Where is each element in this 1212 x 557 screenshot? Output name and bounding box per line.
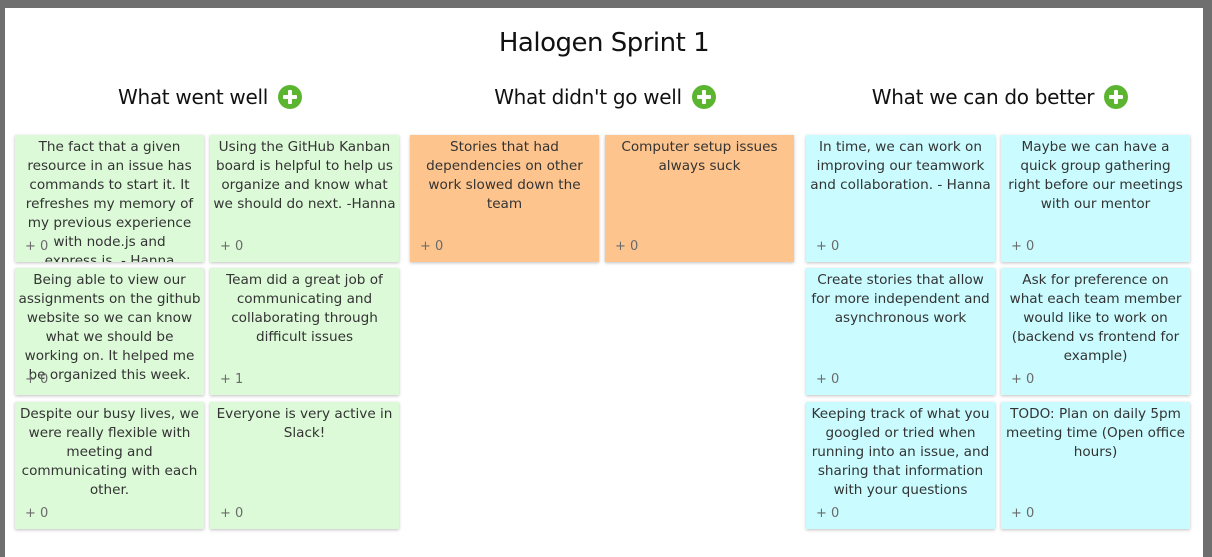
vote-count[interactable]: + 0 [25,506,48,521]
note-text: Despite our busy lives, we were really f… [19,406,200,498]
sticky-note[interactable]: Being able to view our assignments on th… [15,268,204,395]
note-text: Using the GitHub Kanban board is helpful… [213,139,396,212]
note-text: Computer setup issues always suck [621,139,778,174]
vote-count[interactable]: + 0 [420,239,443,254]
vote-count[interactable]: + 0 [25,239,48,254]
note-text: Stories that had dependencies on other w… [426,139,583,212]
sticky-note[interactable]: Maybe we can have a quick group gatherin… [1001,135,1190,262]
note-text: TODO: Plan on daily 5pm meeting time (Op… [1006,406,1185,460]
note-text: Keeping track of what you googled or tri… [811,406,990,498]
vote-count[interactable]: + 0 [816,372,839,387]
sticky-note[interactable]: The fact that a given resource in an iss… [15,135,204,262]
note-text: Everyone is very active in Slack! [216,406,393,441]
sticky-note[interactable]: Despite our busy lives, we were really f… [15,402,204,529]
vote-count[interactable]: + 0 [816,506,839,521]
vote-count[interactable]: + 0 [1011,506,1034,521]
vote-count[interactable]: + 0 [25,372,48,387]
sticky-note[interactable]: Team did a great job of communicating an… [210,268,399,395]
column-title: What went well [117,85,269,109]
vote-count[interactable]: + 1 [220,372,243,387]
board-title: Halogen Sprint 1 [498,28,710,58]
vote-count[interactable]: + 0 [615,239,638,254]
column-title: What we can do better [871,85,1095,109]
note-text: Team did a great job of communicating an… [226,272,383,345]
vote-count[interactable]: + 0 [816,239,839,254]
column-title: What didn't go well [494,85,682,109]
sticky-note[interactable]: Using the GitHub Kanban board is helpful… [210,135,399,262]
note-text: Create stories that allow for more indep… [811,272,990,326]
add-note-icon[interactable] [691,85,716,109]
vote-count[interactable]: + 0 [220,239,243,254]
vote-count[interactable]: + 0 [1011,372,1034,387]
sticky-note[interactable]: Keeping track of what you googled or tri… [806,402,995,529]
note-text: Ask for preference on what each team mem… [1009,272,1182,364]
vote-count[interactable]: + 0 [1011,239,1034,254]
sticky-note[interactable]: Ask for preference on what each team mem… [1001,268,1190,395]
note-text: In time, we can work on improving our te… [810,139,991,193]
note-text: Maybe we can have a quick group gatherin… [1008,139,1183,212]
sticky-note[interactable]: Computer setup issues always suck + 0 [605,135,794,262]
add-note-icon[interactable] [1104,85,1129,109]
sticky-note[interactable]: Create stories that allow for more indep… [806,268,995,395]
note-text: Being able to view our assignments on th… [18,272,201,383]
sticky-note[interactable]: In time, we can work on improving our te… [806,135,995,262]
vote-count[interactable]: + 0 [220,506,243,521]
sticky-note[interactable]: TODO: Plan on daily 5pm meeting time (Op… [1001,402,1190,529]
sticky-note[interactable]: Stories that had dependencies on other w… [410,135,599,262]
add-note-icon[interactable] [278,85,303,109]
retro-board: Halogen Sprint 1 What went well What did… [5,8,1203,557]
column-header-do-better: What we can do better [805,84,1195,110]
sticky-note[interactable]: Everyone is very active in Slack! + 0 [210,402,399,529]
column-header-didnt-go-well: What didn't go well [410,84,800,110]
column-header-went-well: What went well [15,84,405,110]
